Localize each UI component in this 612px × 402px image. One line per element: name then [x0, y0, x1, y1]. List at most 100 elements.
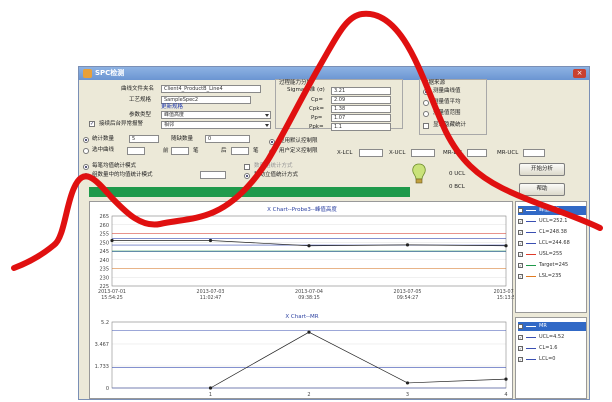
data-source-opt3: 测量值范围: [433, 110, 461, 116]
legend-checkbox[interactable]: ✓: [518, 263, 523, 268]
legend-item[interactable]: ✓ Target=245: [518, 261, 586, 270]
mr-lcl-input[interactable]: [467, 149, 487, 157]
select-curve-input[interactable]: [127, 147, 145, 155]
legend-item[interactable]: ✓ CL=1.6: [518, 344, 586, 353]
front-input[interactable]: [171, 147, 189, 155]
process-link[interactable]: 更新规格: [161, 104, 183, 111]
sigma-value: 3.21: [331, 87, 391, 95]
front-label: 前: [163, 148, 169, 154]
random-count-input[interactable]: 0: [205, 135, 250, 143]
x-lcl-input[interactable]: [359, 149, 383, 157]
mr-chart: X Chart--MR 5.2 3.467 1.733 0 1 2 3 4: [95, 314, 508, 398]
process-input[interactable]: SampleSpec2: [161, 96, 251, 104]
x-ucl-input[interactable]: [411, 149, 435, 157]
start-analysis-button[interactable]: 开始分析: [519, 163, 565, 176]
enable-group-label: 数量组统计方式: [254, 163, 293, 169]
legend-checkbox[interactable]: ✓: [518, 219, 523, 224]
data-source-opt2: 测量值平均: [433, 99, 461, 105]
legend-checkbox[interactable]: ✓: [518, 324, 523, 329]
legend-label: MR: [539, 323, 547, 329]
select-curve-radio[interactable]: [83, 148, 89, 154]
each-group-label: 每笔均值统计模式: [92, 163, 137, 169]
select-curve-label: 选中曲线: [92, 147, 115, 153]
random-count-label: 随缺数量: [171, 136, 194, 142]
x-tick-label: 2013-07-0: [494, 289, 514, 295]
y-tick-label: 245: [99, 249, 109, 255]
legend-swatch: [526, 337, 536, 338]
legend-swatch: [526, 210, 536, 211]
legend-swatch: [526, 276, 536, 277]
legend-swatch: [526, 326, 536, 327]
legend-checkbox[interactable]: ✓: [518, 335, 523, 340]
help-button[interactable]: 帮助: [519, 183, 565, 196]
progress-bar: [89, 187, 410, 197]
y-tick-label: 255: [99, 232, 109, 238]
curve-file-label: 曲线文件夹名: [121, 86, 155, 92]
y-tick-label: 250: [99, 240, 109, 246]
show-recent-checkbox[interactable]: [423, 123, 429, 129]
legend-item[interactable]: ✓ LSL=235: [518, 272, 586, 281]
legend-item[interactable]: ✓ UCL=4.52: [518, 333, 586, 342]
user-defined-radio[interactable]: [269, 149, 275, 155]
x-ucl-label: X-UCL: [389, 150, 406, 156]
legend-item[interactable]: ✓ USL=255: [518, 250, 586, 259]
legend-checkbox[interactable]: ✓: [518, 241, 523, 246]
ucl-status: 0 UCL: [449, 171, 466, 177]
cp-label: Cp=: [311, 97, 323, 103]
legend-swatch: [526, 254, 536, 255]
legend-item[interactable]: ✓ CL=248.38: [518, 228, 586, 237]
ppk-value: 1.1: [331, 123, 391, 131]
legend-label: UCL=252.1: [539, 218, 568, 224]
close-button[interactable]: ×: [573, 69, 586, 78]
screenshot-stage: SPC检测 × 曲线文件夹名 Client4_ProductB_Line4 工艺…: [0, 0, 612, 402]
legend-item[interactable]: ✓ LCL=0: [518, 355, 586, 364]
data-source-radio-1[interactable]: [423, 89, 429, 95]
group-mean-input[interactable]: [200, 171, 226, 179]
legend-checkbox[interactable]: ✓: [518, 208, 523, 213]
param-type-select[interactable]: 峰值高度: [161, 111, 271, 119]
mr-ucl-input[interactable]: [523, 149, 545, 157]
x-tick-label: 3: [406, 392, 409, 398]
y-tick-label: 5.2: [101, 320, 109, 326]
sigma-label: Sigma水准 (σ): [287, 87, 325, 93]
process-label: 工艺规格: [129, 97, 152, 103]
stat-count-radio[interactable]: [83, 137, 89, 143]
legend-checkbox[interactable]: ✓: [518, 274, 523, 279]
mr-lcl-label: MR-LCL: [443, 150, 464, 156]
stat-count-input[interactable]: 5: [129, 135, 159, 143]
legend-label: CL=1.6: [539, 345, 558, 351]
legend-swatch: [526, 348, 536, 349]
legend-checkbox[interactable]: ✓: [518, 252, 523, 257]
cpk-label: Cpk=: [309, 106, 325, 112]
chevron-down-icon: [265, 124, 269, 127]
legend-item[interactable]: ✓ 峰值高度: [518, 206, 586, 215]
legend-item[interactable]: ✓ UCL=252.1: [518, 217, 586, 226]
chart-panel: X Chart--Probe3--峰值高度 265 260 255 250 245 240…: [89, 201, 514, 399]
x-tick-label: 2013-07-01: [98, 289, 126, 295]
back-input[interactable]: [231, 147, 249, 155]
legend-checkbox[interactable]: ✓: [518, 357, 523, 362]
each-group-radio[interactable]: [83, 164, 89, 170]
enable-group-checkbox[interactable]: [244, 164, 250, 170]
auto-anomaly-checkbox[interactable]: ✓: [89, 121, 95, 127]
y-tick-label: 265: [99, 214, 109, 220]
group-mean-radio[interactable]: [83, 173, 89, 179]
apply-default-radio[interactable]: [269, 139, 275, 145]
legend-item[interactable]: ✓ MR: [518, 322, 586, 331]
legend-checkbox[interactable]: ✓: [518, 230, 523, 235]
data-source-radio-2[interactable]: [423, 100, 429, 106]
legend-item[interactable]: ✓ LCL=244.68: [518, 239, 586, 248]
data-source-radio-3[interactable]: [423, 111, 429, 117]
chevron-down-icon: [265, 114, 269, 117]
param-type-value: 峰值高度: [164, 112, 185, 118]
data-point: [208, 386, 213, 390]
lightbulb-icon: [412, 163, 426, 184]
data-point: [405, 243, 410, 247]
legend-checkbox[interactable]: ✓: [518, 346, 523, 351]
legend-label: LSL=235: [539, 273, 562, 279]
auto-anomaly-select[interactable]: 相邻: [161, 121, 271, 129]
y-tick-label: 240: [99, 258, 109, 264]
curve-file-input[interactable]: Client4_ProductB_Line4: [161, 85, 261, 93]
legend-label: LCL=0: [539, 356, 556, 362]
moving-group-radio[interactable]: [244, 173, 250, 179]
